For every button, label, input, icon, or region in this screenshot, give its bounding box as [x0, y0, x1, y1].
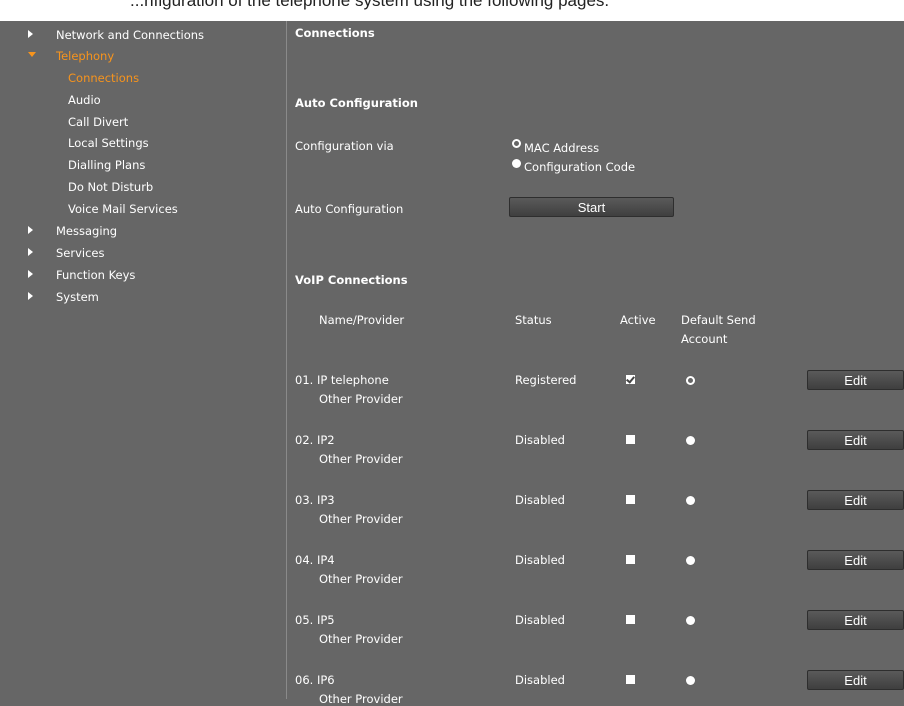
auto-config-heading: Auto Configuration — [295, 96, 418, 110]
default-account-radio[interactable] — [686, 676, 695, 685]
active-checkbox[interactable] — [626, 615, 635, 624]
edit-button[interactable]: Edit — [807, 370, 904, 390]
sidebar-item-system[interactable]: System — [56, 290, 99, 304]
sidebar-item-services[interactable]: Services — [56, 246, 105, 260]
default-account-radio[interactable] — [686, 616, 695, 625]
row-status: Registered — [515, 373, 577, 387]
row-provider: Other Provider — [319, 572, 403, 586]
row-name: 05. IP5 — [295, 613, 335, 627]
sidebar-item-call-divert[interactable]: Call Divert — [68, 115, 128, 129]
expand-arrow-icon[interactable] — [28, 248, 33, 256]
row-provider: Other Provider — [319, 692, 403, 706]
start-button[interactable]: Start — [509, 197, 674, 217]
top-strip: ...nfiguration of the telephone system u… — [0, 0, 904, 21]
col-status: Status — [515, 313, 552, 327]
row-name: 01. IP telephone — [295, 373, 389, 387]
active-checkbox[interactable] — [626, 555, 635, 564]
option-mac-address-label[interactable]: MAC Address — [524, 141, 599, 155]
auto-config-label: Auto Configuration — [295, 202, 404, 216]
edit-button[interactable]: Edit — [807, 490, 904, 510]
edit-button[interactable]: Edit — [807, 550, 904, 570]
row-name: 06. IP6 — [295, 673, 335, 687]
edit-button[interactable]: Edit — [807, 670, 904, 690]
row-provider: Other Provider — [319, 392, 403, 406]
active-checkbox[interactable] — [626, 375, 635, 384]
active-checkbox[interactable] — [626, 495, 635, 504]
col-name-provider: Name/Provider — [319, 313, 405, 327]
sidebar-item-dialling-plans[interactable]: Dialling Plans — [68, 158, 145, 172]
expand-arrow-icon[interactable] — [28, 226, 33, 234]
row-status: Disabled — [515, 433, 565, 447]
row-provider: Other Provider — [319, 452, 403, 466]
row-status: Disabled — [515, 493, 565, 507]
default-account-radio[interactable] — [686, 556, 695, 565]
edit-button[interactable]: Edit — [807, 430, 904, 450]
radio-mac-address[interactable] — [512, 139, 521, 148]
expand-arrow-icon[interactable] — [28, 30, 33, 38]
config-via-label: Configuration via — [295, 139, 394, 153]
row-provider: Other Provider — [319, 632, 403, 646]
edit-button[interactable]: Edit — [807, 610, 904, 630]
sidebar-item-local-settings[interactable]: Local Settings — [68, 136, 149, 150]
active-checkbox[interactable] — [626, 675, 635, 684]
sidebar-item-network[interactable]: Network and Connections — [56, 28, 204, 42]
sidebar-item-voice-mail[interactable]: Voice Mail Services — [68, 202, 178, 216]
radio-config-code[interactable] — [512, 159, 521, 168]
default-account-radio[interactable] — [686, 436, 695, 445]
row-name: 04. IP4 — [295, 553, 335, 567]
voip-heading: VoIP Connections — [295, 273, 408, 287]
sidebar-item-telephony[interactable]: Telephony — [56, 49, 114, 63]
sidebar: Network and Connections Telephony Connec… — [0, 21, 286, 699]
row-status: Disabled — [515, 673, 565, 687]
active-checkbox[interactable] — [626, 435, 635, 444]
sidebar-item-function-keys[interactable]: Function Keys — [56, 268, 135, 282]
row-name: 03. IP3 — [295, 493, 335, 507]
col-default-account: Account — [681, 332, 728, 346]
top-strip-text: ...nfiguration of the telephone system u… — [130, 0, 610, 10]
row-status: Disabled — [515, 613, 565, 627]
row-provider: Other Provider — [319, 512, 403, 526]
col-active: Active — [620, 313, 656, 327]
option-config-code-label[interactable]: Configuration Code — [524, 160, 635, 174]
expand-arrow-icon[interactable] — [28, 292, 33, 300]
expand-arrow-icon[interactable] — [28, 270, 33, 278]
collapse-arrow-icon[interactable] — [28, 52, 36, 57]
sidebar-item-messaging[interactable]: Messaging — [56, 224, 117, 238]
page-title: Connections — [295, 26, 375, 40]
sidebar-item-audio[interactable]: Audio — [68, 93, 101, 107]
default-account-radio[interactable] — [686, 496, 695, 505]
row-status: Disabled — [515, 553, 565, 567]
main-content: Connections Auto Configuration Configura… — [287, 21, 904, 706]
default-account-radio[interactable] — [686, 376, 695, 385]
sidebar-item-connections[interactable]: Connections — [68, 71, 139, 85]
col-default-send: Default Send — [681, 313, 756, 327]
row-name: 02. IP2 — [295, 433, 335, 447]
sidebar-item-do-not-disturb[interactable]: Do Not Disturb — [68, 180, 153, 194]
